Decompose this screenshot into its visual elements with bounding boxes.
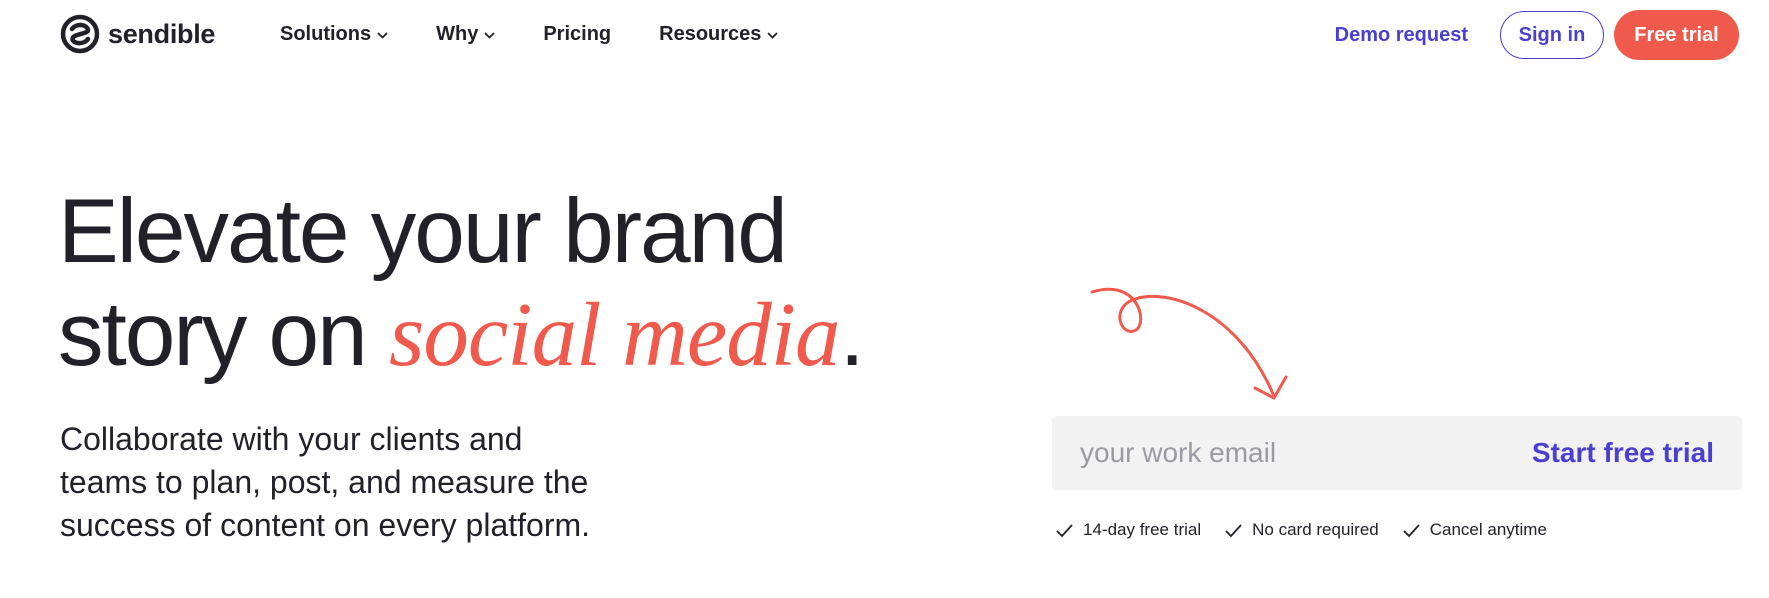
top-navigation: sendible Solutions Why Pricing Resources [0,0,1769,70]
sendible-logo-icon [60,14,100,54]
logo-wordmark: sendible [108,18,216,49]
sendible-logo[interactable]: sendible [60,14,215,54]
main-menu: Solutions Why Pricing Resources [280,20,826,48]
nav-item-label: Solutions [280,22,372,45]
chevron-down-icon [377,31,388,39]
chevron-down-icon [484,31,495,39]
perk-label: Cancel anytime [1429,520,1547,539]
nav-item-why[interactable]: Why [436,20,495,48]
hero-title-accent: social media [388,284,841,385]
check-icon [1403,523,1420,537]
signup-form: Start free trial [1052,416,1742,490]
hero-title-period: . [839,284,865,385]
nav-item-pricing[interactable]: Pricing [543,20,611,48]
sign-in-button[interactable]: Sign in [1500,11,1604,59]
check-icon [1056,523,1073,537]
hero-title-line1: Elevate your brand [58,181,788,282]
nav-actions: Demo request Sign in Free trial [1335,10,1739,60]
demo-request-link[interactable]: Demo request [1335,24,1468,47]
trial-perks: 14-day free trial No card required Cance… [1056,520,1571,540]
page: sendible Solutions Why Pricing Resources [0,0,1769,598]
nav-item-solutions[interactable]: Solutions [280,20,388,48]
perk-label: No card required [1252,520,1379,539]
hero-title-line2: story on [58,284,389,385]
perk-item: No card required [1225,520,1379,540]
work-email-input[interactable] [1080,416,1480,490]
curly-arrow-icon [1090,288,1288,400]
perk-label: 14-day free trial [1083,520,1202,539]
hero-title: Elevate your brand story on social media. [58,180,865,386]
nav-item-resources[interactable]: Resources [659,20,779,48]
free-trial-button[interactable]: Free trial [1614,10,1739,60]
perk-item: 14-day free trial [1056,520,1201,540]
nav-item-label: Resources [659,22,762,45]
chevron-down-icon [767,31,779,39]
check-icon [1225,523,1242,537]
nav-item-label: Why [436,22,479,45]
hero-subtitle: Collaborate with your clients and teams … [60,421,591,543]
perk-item: Cancel anytime [1403,520,1547,540]
start-free-trial-button[interactable]: Start free trial [1532,416,1714,490]
nav-item-label: Pricing [543,22,612,45]
